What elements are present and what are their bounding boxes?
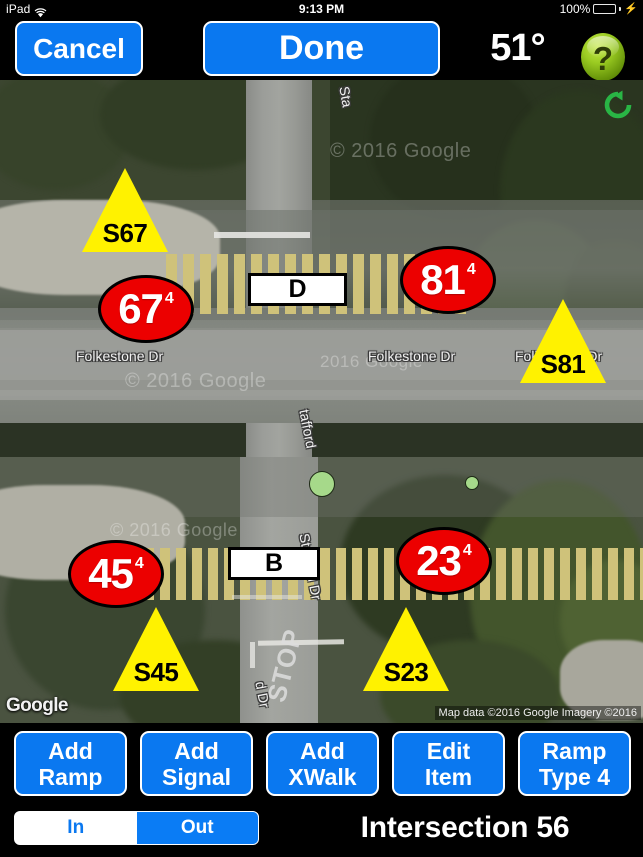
top-toolbar: Cancel Done 51° ? [0,18,643,81]
add-ramp-line1: Add [48,737,93,764]
signal-marker-label: S67 [102,218,148,248]
ramp-marker-type: 4 [462,542,472,559]
segment-out[interactable]: Out [136,812,258,844]
battery-full-icon [593,4,617,14]
ramp-marker-23[interactable]: 23 4 [396,527,492,595]
question-mark-help-icon: ? [581,33,625,81]
app-root: iPad 9:13 PM 100% ⚡ Cancel Done 51° ? ST… [0,0,643,857]
add-signal-line1: Add [174,737,219,764]
ramp-marker-81[interactable]: 81 4 [400,246,496,314]
ramp-type-line1: Ramp [542,737,607,764]
done-button[interactable]: Done [203,21,440,76]
crosswalk-lower [112,548,643,600]
refresh-button[interactable] [601,88,635,122]
add-ramp-button[interactable]: Add Ramp [14,731,127,796]
xwalk-marker-label: D [288,275,307,303]
xwalk-marker-label: B [264,549,284,577]
ramp-marker-type: 4 [466,261,476,278]
ramp-marker-45[interactable]: 45 4 [68,540,164,608]
status-bar-clock: 9:13 PM [298,2,345,16]
node-dot-small[interactable] [465,476,479,490]
ramp-marker-number: 23 [416,537,462,584]
temperature-readout: 51° [490,27,545,69]
add-signal-button[interactable]: Add Signal [140,731,253,796]
signal-marker-label: S23 [383,657,429,687]
add-xwalk-line1: Add [300,737,345,764]
help-button[interactable]: ? [578,30,628,85]
battery-nub [619,7,622,11]
add-xwalk-line2: XWalk [288,763,357,790]
signal-marker-s45[interactable]: S45 [113,607,199,691]
ramp-marker-67[interactable]: 67 4 [98,275,194,343]
edit-item-button[interactable]: Edit Item [392,731,505,796]
ramp-marker-number: 81 [420,256,466,303]
ramp-type-button[interactable]: Ramp Type 4 [518,731,631,796]
edit-item-line1: Edit [426,737,471,764]
map-attribution: Map data ©2016 Google Imagery ©2016 [434,706,641,720]
signal-marker-s67[interactable]: S67 [82,168,168,252]
xwalk-marker-d[interactable]: D [248,273,347,306]
intersection-title: Intersection 56 [360,811,570,844]
add-ramp-line2: Ramp [38,763,103,790]
refresh-reload-icon [604,90,632,119]
signal-marker-label: S45 [133,657,179,687]
ramp-type-line2: Type 4 [538,763,611,790]
google-logo: Google [6,695,68,716]
ramp-marker-type: 4 [164,290,174,307]
signal-marker-label: S81 [540,349,586,379]
in-out-segmented-control[interactable]: In Out [14,811,259,845]
segment-in[interactable]: In [15,812,137,844]
status-bar: iPad 9:13 PM 100% ⚡ [0,0,643,18]
add-signal-line2: Signal [161,763,231,790]
add-xwalk-button[interactable]: Add XWalk [266,731,379,796]
signal-marker-s23[interactable]: S23 [363,607,449,691]
svg-text:?: ? [593,40,613,77]
ramp-marker-number: 45 [88,550,134,597]
lightning-bolt-icon: ⚡ [624,2,638,15]
cancel-button[interactable]: Cancel [15,21,143,76]
battery-percentage: 100% [559,2,591,16]
xwalk-marker-b[interactable]: B [228,547,320,580]
ramp-marker-number: 67 [118,285,164,332]
bottom-toolbar: Add Ramp Add Signal Add XWalk Edit Item [0,723,643,857]
status-bar-right: 100% ⚡ [560,0,638,18]
satellite-map[interactable]: STOP © 2016 Google © 2016 Google © 2016 … [0,80,643,723]
ramp-marker-type: 4 [134,555,144,572]
edit-item-line2: Item [424,763,473,790]
node-dot-large[interactable] [309,471,335,497]
signal-marker-s81[interactable]: S81 [520,299,606,383]
